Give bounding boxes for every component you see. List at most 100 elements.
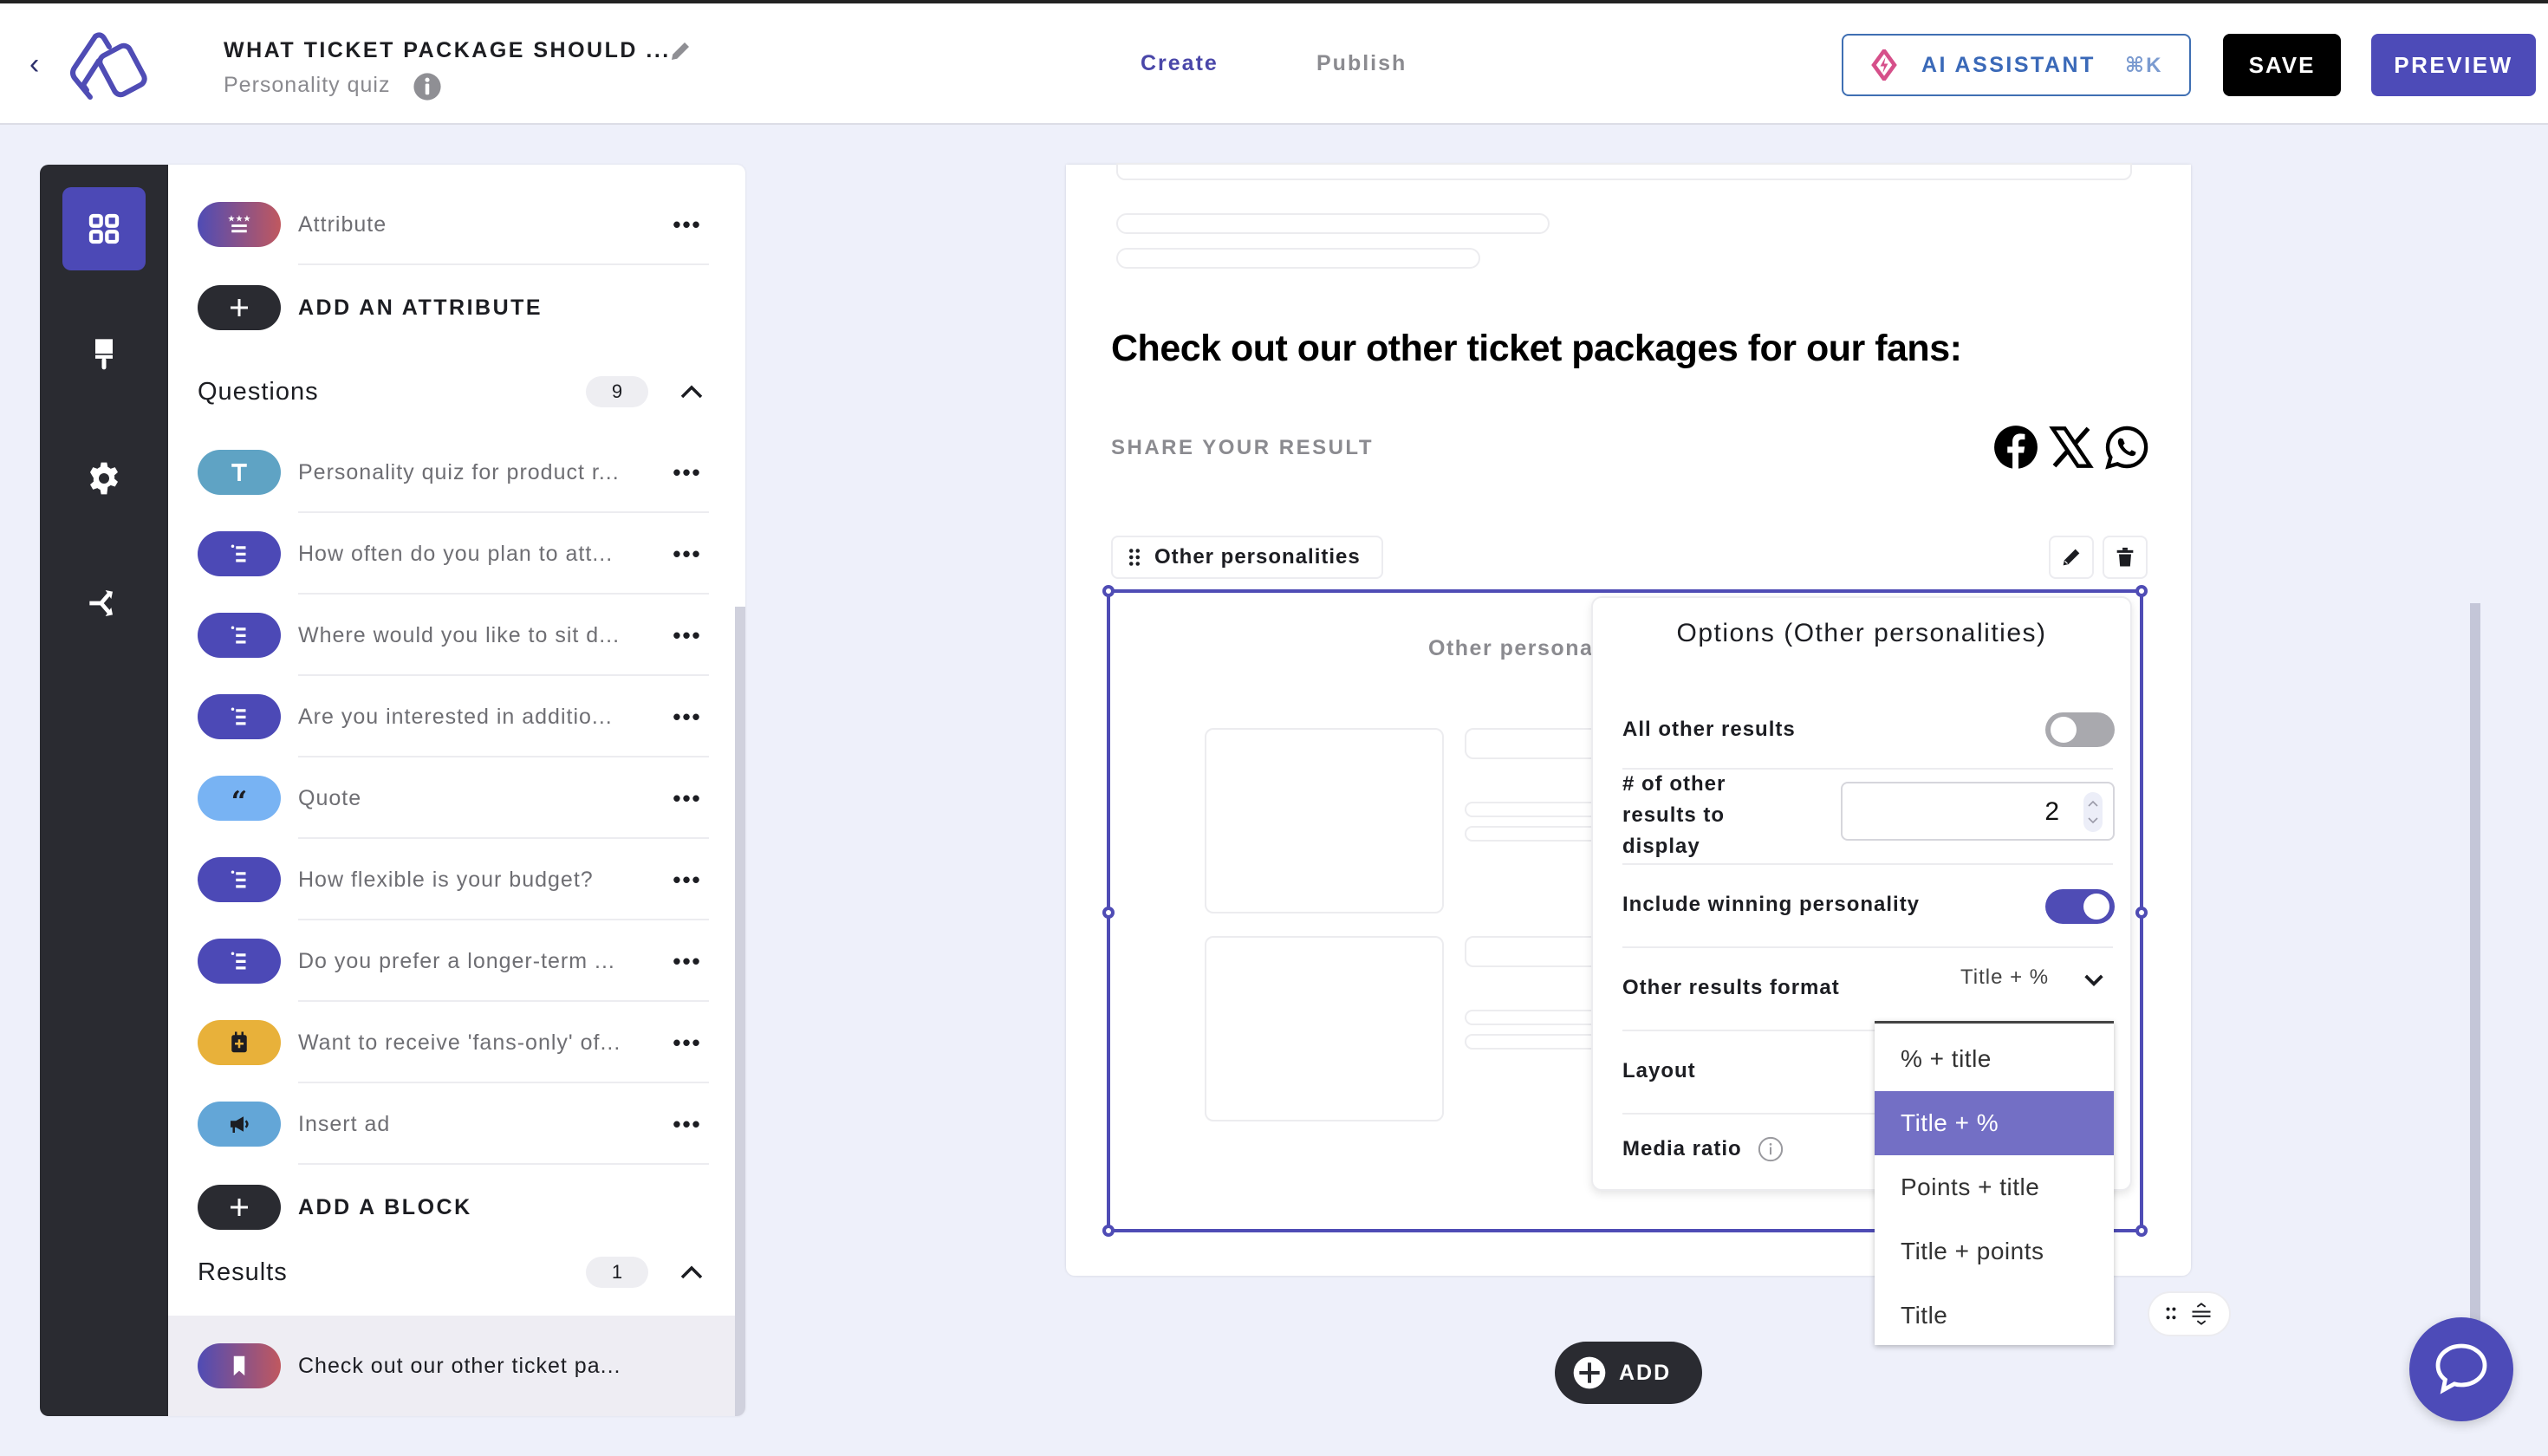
gear-icon — [90, 462, 118, 495]
attribute-row[interactable]: ★★★ Attribute ••• — [198, 184, 709, 265]
facebook-icon[interactable] — [1993, 425, 2038, 470]
list-type-pill[interactable] — [198, 531, 281, 576]
num-results-stepper[interactable] — [1841, 782, 2115, 841]
dropdown-option[interactable]: Title + points — [1875, 1219, 2114, 1284]
list-item-question[interactable]: How flexible is your budget? ••• — [198, 839, 709, 920]
num-results-input[interactable] — [1851, 790, 2059, 834]
chevron-down-icon[interactable] — [2080, 965, 2108, 993]
text-type-pill[interactable] — [198, 450, 281, 495]
option-include-winning: Include winning personality — [1622, 863, 2113, 946]
more-options-button[interactable]: ••• — [666, 536, 709, 571]
more-options-button[interactable]: ••• — [666, 944, 709, 978]
result-type-pill[interactable] — [198, 1343, 281, 1388]
list-item-question[interactable]: Where would you like to sit d... ••• — [198, 595, 709, 676]
result-heading[interactable]: Check out our other ticket packages for … — [1111, 328, 1962, 370]
collapse-questions-button[interactable] — [674, 374, 709, 409]
resize-handle[interactable] — [2135, 1225, 2148, 1237]
branch-icon — [89, 590, 113, 616]
results-format-select[interactable]: Title + % — [1960, 965, 2049, 990]
list-item-question[interactable]: Want to receive 'fans-only' of... ••• — [198, 1002, 709, 1083]
list-type-pill[interactable] — [198, 613, 281, 658]
attribute-icon: ★★★ — [228, 214, 250, 233]
resize-handle[interactable] — [1102, 907, 1115, 919]
info-icon[interactable] — [413, 72, 442, 101]
questions-count-badge: 9 — [586, 376, 648, 407]
more-options-button[interactable]: ••• — [666, 862, 709, 897]
x-icon[interactable] — [2049, 425, 2094, 470]
list-icon — [231, 952, 246, 970]
more-options-button[interactable]: ••• — [666, 455, 709, 490]
chat-support-button[interactable] — [2409, 1317, 2513, 1421]
ai-assistant-button[interactable]: AI ASSISTANT ⌘K — [1842, 34, 2191, 96]
preview-button[interactable]: PREVIEW — [2371, 34, 2536, 96]
move-up-down-icon — [2192, 1303, 2211, 1325]
list-type-pill[interactable] — [198, 939, 281, 984]
panel-scrollbar[interactable] — [735, 607, 745, 1416]
dropdown-option-selected[interactable]: Title + % — [1875, 1091, 2114, 1155]
results-count-badge: 1 — [586, 1257, 648, 1288]
all-other-results-label: All other results — [1622, 718, 1796, 741]
list-item-question[interactable]: Insert ad ••• — [198, 1083, 709, 1165]
dropdown-option[interactable]: Points + title — [1875, 1155, 2114, 1219]
resize-handle[interactable] — [1102, 1225, 1115, 1237]
include-winning-toggle[interactable] — [2045, 889, 2115, 924]
quote-type-pill[interactable]: “ — [198, 776, 281, 821]
skeleton-placeholder — [1116, 163, 2132, 180]
resize-handle[interactable] — [1102, 585, 1115, 597]
stepper-arrows[interactable] — [2083, 792, 2103, 832]
list-type-pill[interactable] — [198, 857, 281, 902]
question-label: Want to receive 'fans-only' of... — [298, 1030, 621, 1055]
all-other-results-toggle[interactable] — [2045, 712, 2115, 747]
delete-block-button[interactable] — [2103, 536, 2148, 579]
save-button[interactable]: SAVE — [2223, 34, 2341, 96]
more-options-button[interactable]: ••• — [666, 618, 709, 653]
top-bar: ‹ WHAT TICKET PACKAGE SHOULD ... Persona… — [0, 0, 2548, 125]
more-options-button[interactable]: ••• — [666, 699, 709, 734]
more-options-button[interactable]: ••• — [666, 207, 709, 242]
list-item-question[interactable]: Are you interested in additio... ••• — [198, 676, 709, 757]
list-type-pill[interactable] — [198, 694, 281, 739]
dropdown-option[interactable]: Title — [1875, 1284, 2114, 1348]
tab-create[interactable]: Create — [1141, 51, 1219, 76]
form-type-pill[interactable] — [198, 1020, 281, 1065]
skeleton-placeholder — [1465, 1010, 1603, 1025]
resize-handle[interactable] — [2135, 585, 2148, 597]
rail-item-logic[interactable] — [62, 562, 146, 645]
edit-block-button[interactable] — [2049, 536, 2094, 579]
list-item-question[interactable]: How often do you plan to att... ••• — [198, 513, 709, 595]
more-options-button[interactable]: ••• — [666, 1025, 709, 1060]
share-label: SHARE YOUR RESULT — [1111, 436, 1374, 459]
quiz-type: Personality quiz — [224, 73, 391, 97]
add-block-bottom-button[interactable]: ADD — [1555, 1342, 1702, 1404]
list-item-question[interactable]: Do you prefer a longer-term ... ••• — [198, 920, 709, 1002]
resize-handle[interactable] — [2135, 907, 2148, 919]
lightning-icon — [1871, 49, 1897, 81]
back-button[interactable]: ‹ — [29, 49, 50, 80]
other-personalities-block-tag[interactable]: Other personalities — [1111, 536, 1383, 579]
more-options-button[interactable]: ••• — [666, 781, 709, 816]
collapse-results-button[interactable] — [674, 1255, 709, 1290]
ad-type-pill[interactable] — [198, 1102, 281, 1147]
info-icon[interactable] — [1758, 1136, 1784, 1162]
reorder-block-control[interactable] — [2148, 1291, 2231, 1336]
more-options-button[interactable]: ••• — [666, 1107, 709, 1141]
attribute-pill[interactable]: ★★★ — [198, 202, 281, 247]
whatsapp-icon[interactable] — [2104, 425, 2149, 470]
rail-item-settings[interactable] — [62, 437, 146, 520]
pencil-icon[interactable] — [667, 38, 693, 64]
list-item-result[interactable]: Check out our other ticket pa... — [198, 1325, 709, 1407]
blocks-panel: ★★★ Attribute ••• ADD AN ATTRIBUTE Quest… — [168, 165, 745, 1416]
dropdown-option[interactable]: % + title — [1875, 1027, 2114, 1091]
add-block-button[interactable]: ADD A BLOCK — [198, 1167, 709, 1248]
rail-item-blocks[interactable] — [62, 187, 146, 270]
list-item-question[interactable]: Personality quiz for product r... ••• — [198, 432, 709, 513]
results-format-dropdown: % + title Title + % Points + title Title… — [1875, 1021, 2114, 1345]
canvas-scrollbar[interactable] — [2470, 603, 2480, 1324]
list-icon — [231, 870, 246, 888]
rail-item-design[interactable] — [62, 312, 146, 395]
list-item-question[interactable]: “ Quote ••• — [198, 757, 709, 839]
add-block-pill[interactable] — [198, 1185, 281, 1230]
add-attribute-pill[interactable] — [198, 285, 281, 330]
add-attribute-button[interactable]: ADD AN ATTRIBUTE — [198, 267, 709, 348]
tab-publish[interactable]: Publish — [1316, 51, 1407, 76]
